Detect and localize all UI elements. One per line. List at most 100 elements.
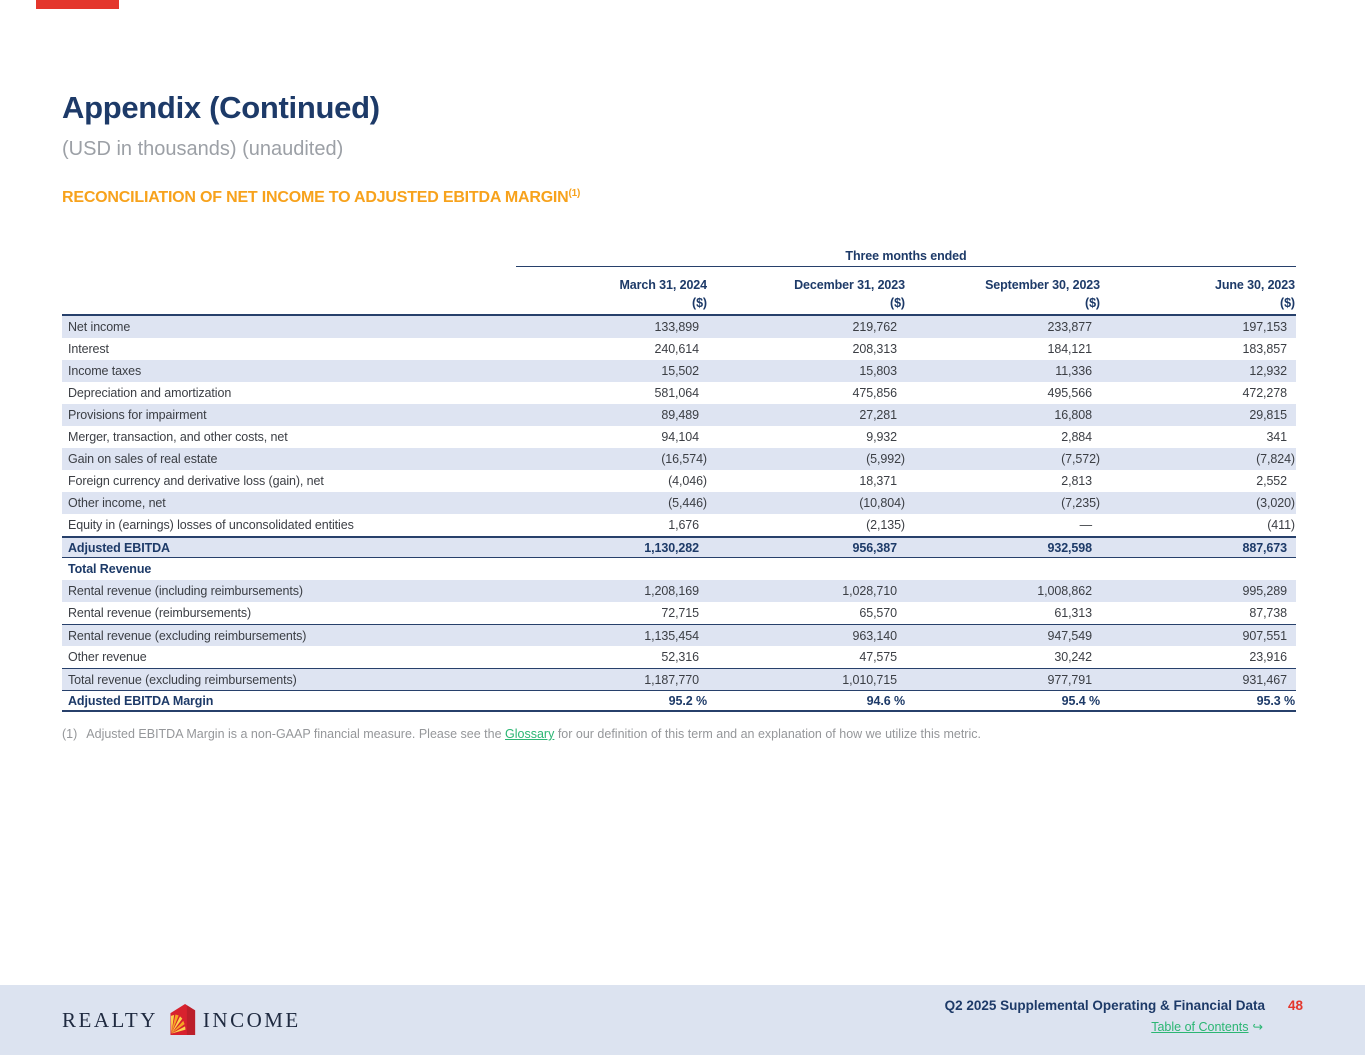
section-heading: RECONCILIATION OF NET INCOME TO ADJUSTED… bbox=[62, 188, 580, 207]
row-label: Total Revenue bbox=[68, 562, 152, 576]
row-label: Adjusted EBITDA Margin bbox=[68, 693, 214, 708]
unit-label: ($) bbox=[890, 296, 905, 310]
cell-value: (5,446) bbox=[668, 496, 707, 510]
table-row: Provisions for impairment 89,489 27,281 16,… bbox=[62, 404, 1296, 426]
toc-row: Table of Contents ↪ bbox=[945, 1019, 1303, 1034]
cell-value: 47,575 bbox=[859, 650, 897, 664]
top-red-accent-bar bbox=[36, 0, 119, 9]
cell-value: 341 bbox=[1266, 430, 1287, 444]
cell-value: 2,552 bbox=[1256, 474, 1287, 488]
cell-value: 956,387 bbox=[852, 540, 898, 555]
column-header: September 30, 2023 bbox=[985, 278, 1100, 292]
cell-value: 1,008,862 bbox=[1037, 584, 1092, 598]
table-row: Interest 240,614 208,313 184,121 183,857 bbox=[62, 338, 1296, 360]
group-header: Three months ended bbox=[516, 245, 1296, 267]
cell-value: 887,673 bbox=[1242, 540, 1288, 555]
toc-link[interactable]: Table of Contents bbox=[1151, 1020, 1248, 1034]
section-heading-text: RECONCILIATION OF NET INCOME TO ADJUSTED… bbox=[62, 189, 569, 206]
cell-value: 133,899 bbox=[654, 320, 700, 334]
table-row: Income taxes 15,502 15,803 11,336 12,932 bbox=[62, 360, 1296, 382]
cell-value: 9,932 bbox=[866, 430, 897, 444]
footnote-text-after: for our definition of this term and an e… bbox=[554, 727, 981, 741]
cell-value: 963,140 bbox=[852, 628, 898, 643]
page-number: 48 bbox=[1287, 998, 1303, 1013]
row-label: Provisions for impairment bbox=[68, 408, 207, 422]
cell-value: (7,572) bbox=[1061, 452, 1100, 466]
realty-income-logo: REALTY INCOME bbox=[62, 985, 301, 1055]
row-label: Rental revenue (reimbursements) bbox=[68, 606, 252, 620]
table-row: Merger, transaction, and other costs, ne… bbox=[62, 426, 1296, 448]
toc-arrow-icon[interactable]: ↪ bbox=[1253, 1019, 1263, 1034]
page-title: Appendix (Continued) bbox=[62, 90, 380, 125]
cell-value: 240,614 bbox=[654, 342, 700, 356]
footnote-text-before: Adjusted EBITDA Margin is a non-GAAP fin… bbox=[86, 727, 506, 741]
row-label: Interest bbox=[68, 342, 109, 356]
cell-value: — bbox=[1079, 518, 1093, 532]
glossary-link[interactable]: Glossary bbox=[505, 727, 554, 741]
cell-value: 947,549 bbox=[1047, 628, 1093, 643]
cell-value: (2,135) bbox=[866, 518, 905, 532]
cell-value: 907,551 bbox=[1242, 628, 1288, 643]
footnote: (1) Adjusted EBITDA Margin is a non-GAAP … bbox=[62, 727, 981, 741]
cell-value: 27,281 bbox=[859, 408, 897, 422]
cell-value: 65,570 bbox=[859, 606, 897, 620]
table-row: Total revenue (excluding reimbursements)… bbox=[62, 668, 1296, 690]
cell-value: 931,467 bbox=[1242, 672, 1288, 687]
table-row: Rental revenue (reimbursements) 72,715 65,… bbox=[62, 602, 1296, 624]
table-row: Rental revenue (excluding reimbursements… bbox=[62, 624, 1296, 646]
row-label: Other income, net bbox=[68, 496, 166, 510]
row-label: Other revenue bbox=[68, 650, 147, 664]
table-row: Depreciation and amortization 581,064 475,… bbox=[62, 382, 1296, 404]
table-row: Gain on sales of real estate (16,574) (5,9… bbox=[62, 448, 1296, 470]
footer-title-row: Q2 2025 Supplemental Operating & Financi… bbox=[945, 998, 1303, 1013]
cell-value: 52,316 bbox=[661, 650, 699, 664]
page-subtitle: (USD in thousands) (unaudited) bbox=[62, 138, 344, 160]
footer-right: Q2 2025 Supplemental Operating & Financi… bbox=[945, 998, 1303, 1034]
cell-value: 30,242 bbox=[1054, 650, 1092, 664]
cell-value: 219,762 bbox=[852, 320, 898, 334]
cell-value: 932,598 bbox=[1047, 540, 1093, 555]
cell-value: 183,857 bbox=[1242, 342, 1288, 356]
cell-value: 977,791 bbox=[1047, 672, 1093, 687]
cell-value: 15,803 bbox=[859, 364, 897, 378]
footer-doc-title: Q2 2025 Supplemental Operating & Financi… bbox=[944, 998, 1265, 1013]
cell-value: 2,813 bbox=[1061, 474, 1092, 488]
logo-word-realty: REALTY bbox=[62, 1007, 158, 1032]
cell-value: 11,336 bbox=[1055, 364, 1092, 378]
cell-value: 72,715 bbox=[661, 606, 699, 620]
cell-value: 16,808 bbox=[1054, 408, 1092, 422]
cell-value: 94.6 % bbox=[866, 693, 905, 708]
unit-header-row: ($) ($) ($) ($) bbox=[62, 296, 1296, 316]
table-row: Other income, net (5,446) (10,804) (7,235) (… bbox=[62, 492, 1296, 514]
table-row: Equity in (earnings) losses of unconsoli… bbox=[62, 514, 1296, 536]
column-header: June 30, 2023 bbox=[1214, 278, 1295, 292]
table-row: Total Revenue bbox=[62, 558, 1296, 580]
cell-value: 475,856 bbox=[852, 386, 898, 400]
cell-value: 472,278 bbox=[1242, 386, 1288, 400]
row-label: Net income bbox=[68, 320, 131, 334]
cell-value: (411) bbox=[1267, 518, 1295, 532]
cell-value: 95.3 % bbox=[1256, 693, 1295, 708]
cell-value: (4,046) bbox=[668, 474, 707, 488]
cell-value: 15,502 bbox=[661, 364, 699, 378]
row-label: Rental revenue (including reimbursements… bbox=[68, 584, 303, 598]
logo-house-icon bbox=[165, 1003, 196, 1037]
cell-value: 29,815 bbox=[1249, 408, 1287, 422]
cell-value: 87,738 bbox=[1249, 606, 1287, 620]
cell-value: 89,489 bbox=[661, 408, 699, 422]
reconciliation-table: Three months ended March 31, 2024 Decemb… bbox=[62, 245, 1296, 712]
footer: REALTY INCOME Q2 2025 Supplemental Opera… bbox=[0, 985, 1365, 1055]
column-header: December 31, 2023 bbox=[794, 278, 905, 292]
table-row: Adjusted EBITDA 1,130,282 956,387 932,598 88… bbox=[62, 536, 1296, 558]
cell-value: (5,992) bbox=[866, 452, 905, 466]
table-row: Other revenue 52,316 47,575 30,242 23,916 bbox=[62, 646, 1296, 668]
cell-value: 95.4 % bbox=[1061, 693, 1100, 708]
table-row: Rental revenue (including reimbursements… bbox=[62, 580, 1296, 602]
row-label: Total revenue (excluding reimbursements) bbox=[68, 672, 297, 687]
cell-value: 995,289 bbox=[1242, 584, 1288, 598]
table-row: Foreign currency and derivative loss (ga… bbox=[62, 470, 1296, 492]
cell-value: 18,371 bbox=[859, 474, 897, 488]
table-row: Adjusted EBITDA Margin 95.2 % 94.6 % 95.4 %… bbox=[62, 690, 1296, 712]
cell-value: 95.2 % bbox=[668, 693, 707, 708]
report-page: Appendix (Continued) (USD in thousands) … bbox=[0, 0, 1365, 1055]
